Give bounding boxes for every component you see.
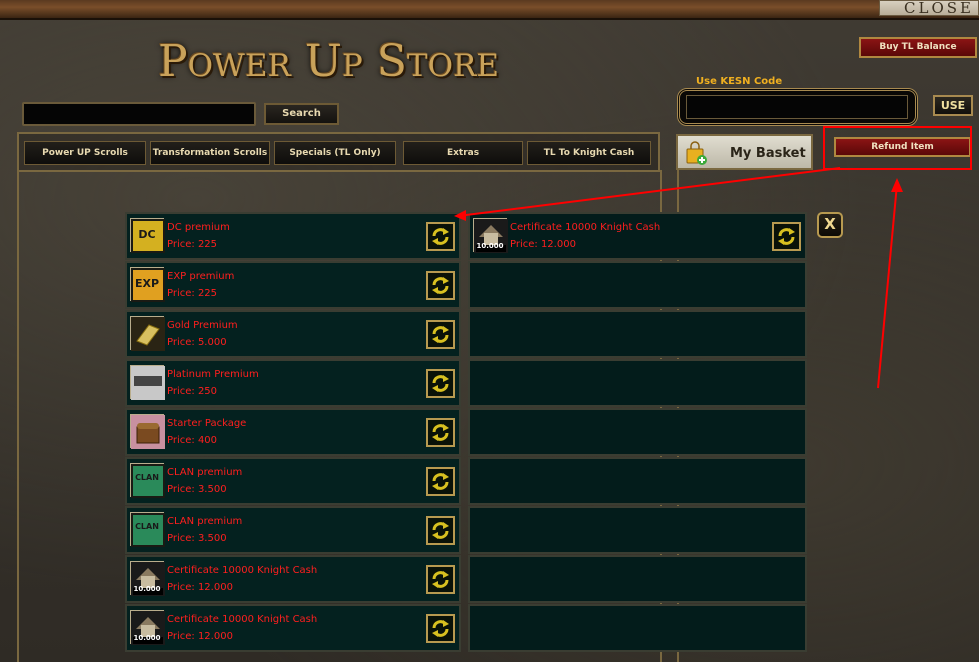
store-item-list: DC DC premium Price: 225 EXP EXP premium Pri… [125, 212, 461, 653]
icon-caption: CLAN [135, 522, 159, 531]
refresh-icon[interactable] [426, 565, 455, 594]
empty-basket-slot [468, 506, 807, 554]
shopping-bag-icon [686, 141, 707, 165]
starter-package-icon [130, 414, 165, 449]
item-price: Price: 250 [167, 386, 218, 397]
icon-caption: EXP [134, 277, 160, 290]
refresh-icon[interactable] [426, 369, 455, 398]
item-name: CLAN premium [167, 467, 243, 478]
item-name: Certificate 10000 Knight Cash [510, 222, 661, 233]
item-name: EXP premium [167, 271, 235, 282]
close-basket-button[interactable]: X [817, 212, 843, 238]
item-price: Price: 3.500 [167, 484, 227, 495]
icon-caption: 10.000 [133, 585, 161, 593]
tab-transformation-scrolls[interactable]: Transformation Scrolls [150, 141, 270, 165]
gold-premium-icon [130, 316, 165, 351]
list-item[interactable]: Gold Premium Price: 5.000 [125, 310, 461, 358]
icon-caption: 10.000 [133, 634, 161, 642]
knight-cash-certificate-icon: 10.000 [473, 218, 508, 253]
item-name: Certificate 10000 Knight Cash [167, 614, 318, 625]
knight-cash-certificate-icon: 10.000 [130, 610, 165, 645]
refresh-icon[interactable] [426, 320, 455, 349]
empty-basket-slot [468, 555, 807, 603]
my-basket-label: My Basket [730, 146, 806, 161]
item-price: Price: 12.000 [510, 239, 576, 250]
tab-specials[interactable]: Specials (TL Only) [274, 141, 396, 165]
item-price: Price: 225 [167, 288, 218, 299]
icon-caption: 10.000 [476, 242, 504, 250]
buy-tl-balance-button[interactable]: Buy TL Balance [859, 37, 977, 58]
platinum-premium-icon [130, 365, 165, 400]
refresh-icon[interactable] [426, 467, 455, 496]
use-button[interactable]: USE [933, 95, 973, 116]
list-item[interactable]: DC DC premium Price: 225 [125, 212, 461, 260]
empty-basket-slot [468, 261, 807, 309]
item-name: Gold Premium [167, 320, 238, 331]
item-price: Price: 225 [167, 239, 218, 250]
refresh-icon[interactable] [426, 614, 455, 643]
icon-caption: DC [138, 228, 156, 241]
refresh-icon[interactable] [426, 271, 455, 300]
item-price: Price: 400 [167, 435, 218, 446]
dc-premium-icon: DC [130, 218, 165, 253]
empty-basket-slot [468, 457, 807, 505]
kesn-label: Use KESN Code [696, 76, 783, 87]
item-price: Price: 12.000 [167, 582, 233, 593]
list-item[interactable]: CLAN CLAN premium Price: 3.500 [125, 506, 461, 554]
top-border [0, 0, 979, 20]
item-name: CLAN premium [167, 516, 243, 527]
list-item[interactable]: Platinum Premium Price: 250 [125, 359, 461, 407]
close-tab[interactable]: CLOSE [879, 0, 979, 16]
list-item[interactable]: CLAN CLAN premium Price: 3.500 [125, 457, 461, 505]
exp-premium-icon: EXP [130, 267, 165, 302]
item-name: DC premium [167, 222, 230, 233]
kesn-code-input[interactable] [686, 95, 908, 119]
tab-extras[interactable]: Extras [403, 141, 523, 165]
empty-basket-slot [468, 359, 807, 407]
list-item[interactable]: 10.000 Certificate 10000 Knight Cash Price… [125, 555, 461, 603]
list-item[interactable]: 10.000 Certificate 10000 Knight Cash Price… [468, 212, 807, 260]
basket-item-list: 10.000 Certificate 10000 Knight Cash Price… [468, 212, 807, 653]
empty-basket-slot [468, 408, 807, 456]
item-name: Platinum Premium [167, 369, 259, 380]
clan-premium-icon: CLAN [130, 512, 165, 547]
item-name: Certificate 10000 Knight Cash [167, 565, 318, 576]
clan-premium-icon: CLAN [130, 463, 165, 498]
page-title: Power Up Store [158, 36, 499, 87]
tab-tl-to-knight-cash[interactable]: TL To Knight Cash [527, 141, 651, 165]
refresh-icon[interactable] [772, 222, 801, 251]
list-item[interactable]: EXP EXP premium Price: 225 [125, 261, 461, 309]
search-button[interactable]: Search [264, 103, 339, 125]
empty-basket-slot [468, 604, 807, 652]
empty-basket-slot [468, 310, 807, 358]
my-basket-tab[interactable]: My Basket [676, 134, 813, 170]
refund-item-button[interactable]: Refund Item [834, 137, 971, 157]
item-price: Price: 12.000 [167, 631, 233, 642]
refresh-icon[interactable] [426, 516, 455, 545]
item-price: Price: 5.000 [167, 337, 227, 348]
item-name: Starter Package [167, 418, 247, 429]
tab-power-up-scrolls[interactable]: Power UP Scrolls [24, 141, 146, 165]
list-item[interactable]: Starter Package Price: 400 [125, 408, 461, 456]
search-input[interactable] [22, 102, 256, 126]
icon-caption: CLAN [135, 473, 159, 482]
item-price: Price: 3.500 [167, 533, 227, 544]
knight-cash-certificate-icon: 10.000 [130, 561, 165, 596]
list-item[interactable]: 10.000 Certificate 10000 Knight Cash Price… [125, 604, 461, 652]
refresh-icon[interactable] [426, 418, 455, 447]
refresh-icon[interactable] [426, 222, 455, 251]
